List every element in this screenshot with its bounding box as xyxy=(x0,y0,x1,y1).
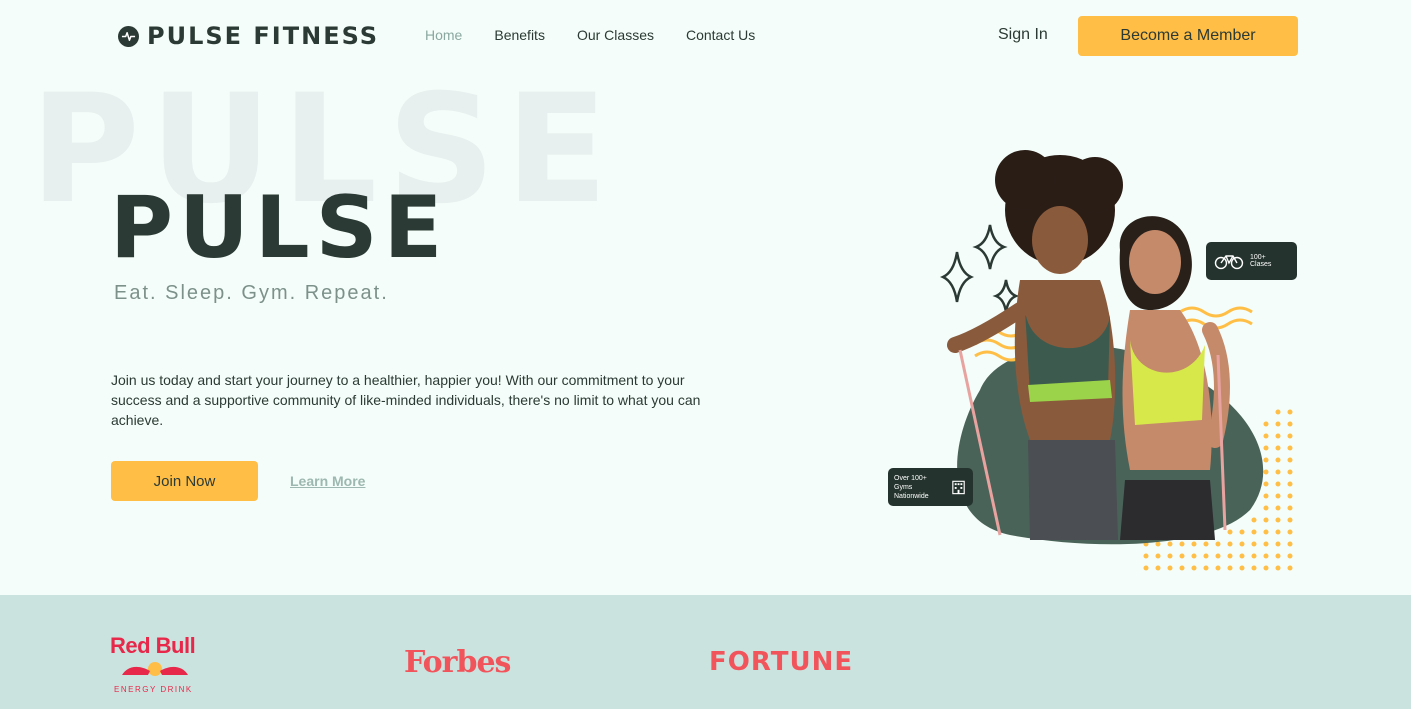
brand-logo[interactable]: PULSE FITNESS xyxy=(118,22,379,50)
hero-tagline: Eat. Sleep. Gym. Repeat. xyxy=(114,282,389,304)
redbull-wordmark: Red Bull xyxy=(110,633,196,658)
brand-name: PULSE FITNESS xyxy=(147,22,380,50)
sign-in-link[interactable]: Sign In xyxy=(998,26,1048,44)
fortune-logo: FORTUNE xyxy=(709,647,854,677)
nav-link-home[interactable]: Home xyxy=(425,27,462,43)
hero-image xyxy=(939,150,1293,571)
become-member-button[interactable]: Become a Member xyxy=(1078,16,1298,56)
partner-logos: Red Bull ENERGY DRINK Forbes FORTUNE xyxy=(0,595,1411,709)
bicycle-icon xyxy=(1214,255,1244,270)
gyms-badge-text: Over 100+ Gyms Nationwide xyxy=(894,474,946,501)
hero-illustration: 100+ Clases Over 100+ Gyms Nationwide xyxy=(880,140,1310,580)
nav-links: Home Benefits Our Classes Contact Us xyxy=(425,27,755,43)
nav-link-classes[interactable]: Our Classes xyxy=(577,27,654,43)
nav-link-benefits[interactable]: Benefits xyxy=(494,27,545,43)
classes-badge: 100+ Clases xyxy=(1206,242,1297,280)
bull-icon xyxy=(122,662,188,676)
classes-badge-label: 100+ Clases xyxy=(1249,254,1272,268)
gyms-badge: Over 100+ Gyms Nationwide xyxy=(888,468,973,506)
redbull-tagline: ENERGY DRINK xyxy=(114,685,193,694)
top-nav: PULSE FITNESS Home Benefits Our Classes … xyxy=(0,0,1411,72)
gyms-badge-line2: Gyms Nationwide xyxy=(894,483,929,500)
join-now-button[interactable]: Join Now xyxy=(111,461,258,501)
building-icon xyxy=(952,480,965,495)
hero-description: Join us today and start your journey to … xyxy=(111,372,701,428)
pulse-logo-icon xyxy=(118,25,139,47)
nav-link-contact[interactable]: Contact Us xyxy=(686,27,755,43)
redbull-logo: Red Bull ENERGY DRINK xyxy=(110,633,205,694)
gyms-badge-line1: Over 100+ xyxy=(894,474,927,482)
forbes-logo: Forbes xyxy=(404,645,511,680)
hero-title: PULSE xyxy=(110,178,449,278)
sparkle-icon xyxy=(939,224,1020,313)
learn-more-link[interactable]: Learn More xyxy=(290,473,365,489)
